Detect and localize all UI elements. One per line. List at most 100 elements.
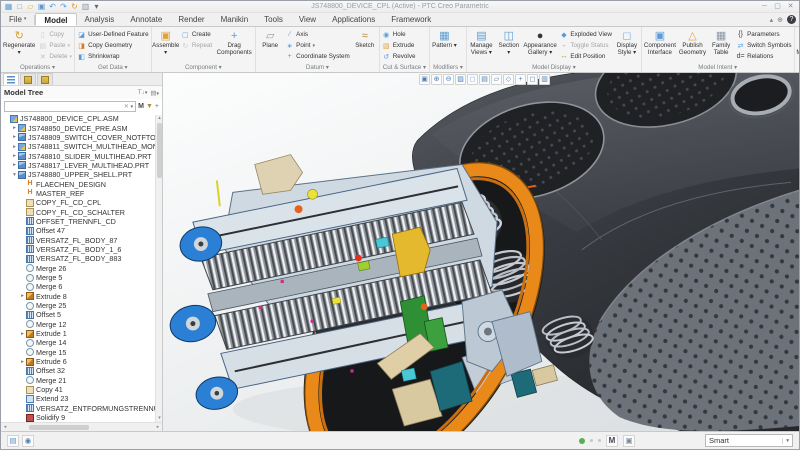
switch-symbols-button[interactable]: ⇄Switch Symbols: [735, 40, 792, 51]
tree-item[interactable]: Copy 41: [1, 385, 162, 394]
assemble-button[interactable]: ▣Assemble ▾: [153, 28, 179, 56]
expand-arrow-icon[interactable]: ▸: [19, 293, 26, 299]
manage-views-button[interactable]: ▤Manage Views ▾: [468, 28, 495, 56]
minimize-ribbon-icon[interactable]: ▴: [770, 16, 774, 24]
repaint-icon[interactable]: ▨: [455, 74, 466, 85]
group-label[interactable]: Cut & Surface ▾: [381, 64, 428, 72]
create-button[interactable]: ▢Create: [180, 29, 213, 40]
tree-item[interactable]: ▸JS748811_SWITCH_MULTIHEAD_MONT.ASM: [1, 142, 162, 151]
scroll-down-icon[interactable]: ▾: [156, 415, 163, 422]
datum-display-filters-icon[interactable]: ▱: [491, 74, 502, 85]
tree-item[interactable]: OFFSET_TRENNFL_CD: [1, 217, 162, 226]
file-menu-button[interactable]: File ▾: [1, 13, 34, 26]
tree-item[interactable]: ▸JS748850_DEVICE_PRE.ASM: [1, 123, 162, 132]
scroll-up-icon[interactable]: ▴: [156, 115, 163, 122]
annotation-display-icon[interactable]: ◇: [503, 74, 514, 85]
close-icon[interactable]: ✕: [786, 2, 795, 11]
section-button[interactable]: ◫Section ▾: [496, 28, 522, 56]
bill-of-materials-button[interactable]: ▤Bill of Materials: [796, 28, 799, 56]
extrude-button[interactable]: ▧Extrude: [381, 40, 417, 51]
3d-model-view[interactable]: [163, 73, 799, 431]
tree-item[interactable]: ▾JS748880_UPPER_SHELL.PRT: [1, 170, 162, 179]
copy-geometry-button[interactable]: ◨Copy Geometry: [76, 40, 150, 51]
model-tree-toggle-icon[interactable]: ▤: [7, 435, 19, 447]
relations-button[interactable]: d=Relations: [735, 51, 792, 62]
tree-item[interactable]: Merge 12: [1, 320, 162, 329]
tree-item[interactable]: Merge 5: [1, 273, 162, 282]
exploded-view-button[interactable]: ◆Exploded View: [558, 29, 613, 40]
tree-item[interactable]: ▸Extrude 8: [1, 292, 162, 301]
tab-tools[interactable]: Tools: [256, 13, 291, 26]
user-defined-feature-button[interactable]: ◪User-Defined Feature: [76, 29, 150, 40]
tree-item[interactable]: ▸Extrude 1: [1, 329, 162, 338]
tree-item[interactable]: Offset 32: [1, 366, 162, 375]
coordinate-system-button[interactable]: +Coordinate System: [284, 51, 351, 62]
toggle-status-button[interactable]: ◒Toggle Status: [558, 40, 613, 51]
tab-view[interactable]: View: [291, 13, 324, 26]
expand-arrow-icon[interactable]: ▸: [11, 134, 18, 140]
tree-item[interactable]: ▸JS748810_SLIDER_MULTIHEAD.PRT: [1, 151, 162, 160]
saved-orientations-icon[interactable]: ▤: [479, 74, 490, 85]
clear-search-icon[interactable]: ✕ ▾: [124, 103, 133, 110]
plane-button[interactable]: ▱Plane: [257, 28, 283, 50]
selection-filter-combobox[interactable]: Smart ▾: [705, 434, 793, 447]
edit-position-button[interactable]: ↔Edit Position: [558, 51, 613, 62]
sketch-button[interactable]: ≈Sketch: [352, 28, 378, 50]
tree-item[interactable]: ▸JS748817_LEVER_MULTIHEAD.PRT: [1, 161, 162, 170]
display-style-icon[interactable]: ◻: [467, 74, 478, 85]
tree-item[interactable]: Merge 25: [1, 301, 162, 310]
group-label[interactable]: Investigate ▾: [796, 64, 799, 72]
collapse-arrow-icon[interactable]: ▾: [11, 172, 18, 178]
tree-item[interactable]: Merge 6: [1, 282, 162, 291]
tree-filter-settings-icon[interactable]: T↓▾: [138, 89, 148, 96]
paste-button[interactable]: ▤Paste▾: [37, 40, 73, 51]
expand-arrow-icon[interactable]: ▸: [11, 153, 18, 159]
tree-item[interactable]: Extend 23: [1, 394, 162, 403]
maximize-icon[interactable]: ▢: [773, 2, 782, 11]
tab-applications[interactable]: Applications: [324, 13, 383, 26]
parameters-button[interactable]: {}Parameters: [735, 29, 792, 40]
tab-render[interactable]: Render: [170, 13, 212, 26]
tree-item[interactable]: VERSATZ_FL_BODY_883: [1, 254, 162, 263]
refit-icon[interactable]: ▣: [419, 74, 430, 85]
scroll-right-icon[interactable]: ▸: [154, 424, 162, 430]
tree-item[interactable]: VERSATZ_FL_BODY_1_6: [1, 245, 162, 254]
expand-arrow-icon[interactable]: ▸: [11, 162, 18, 168]
tab-annotate[interactable]: Annotate: [122, 13, 170, 26]
group-label[interactable]: Operations ▾: [2, 64, 73, 72]
tree-item[interactable]: Merge 14: [1, 338, 162, 347]
model-tree-tab[interactable]: [3, 73, 19, 85]
favorites-tab[interactable]: [37, 73, 53, 85]
tree-item[interactable]: JS748800_DEVICE_CPL.ASM: [1, 114, 162, 123]
zoom-out-icon[interactable]: ⊖: [443, 74, 454, 85]
tab-model[interactable]: Model: [35, 13, 76, 26]
scroll-left-icon[interactable]: ◂: [1, 424, 9, 430]
tree-hscrollbar[interactable]: ◂ ▸: [1, 422, 162, 431]
group-label[interactable]: Datum ▾: [257, 64, 378, 72]
tree-item[interactable]: Merge 15: [1, 348, 162, 357]
tree-item[interactable]: Offset 47: [1, 226, 162, 235]
hscroll-thumb[interactable]: [29, 425, 89, 430]
tree-columns-icon[interactable]: ▤▾: [150, 89, 159, 97]
zoom-in-icon[interactable]: ⊕: [431, 74, 442, 85]
hole-button[interactable]: ◉Hole: [381, 29, 417, 40]
tree-item[interactable]: VERSATZ_ENTFORMUNGSTRENNUNG: [1, 404, 162, 413]
tree-item[interactable]: Merge 21: [1, 376, 162, 385]
point-button[interactable]: ∗Point▾: [284, 40, 351, 51]
tab-analysis[interactable]: Analysis: [77, 13, 123, 26]
tree-item[interactable]: HFLAECHEN_DESIGN: [1, 179, 162, 188]
perspective-icon[interactable]: ◻: [527, 74, 538, 85]
delete-button[interactable]: ✕Delete▾: [37, 51, 73, 62]
component-interface-button[interactable]: ▣Component Interface: [643, 28, 677, 56]
tree-item[interactable]: Solidify 9: [1, 413, 162, 422]
tree-item[interactable]: COPY_FL_CD_CPL: [1, 198, 162, 207]
chevron-down-icon[interactable]: ▾: [782, 438, 789, 444]
expand-arrow-icon[interactable]: ▸: [11, 125, 18, 131]
group-label[interactable]: Model Intent ▾: [643, 64, 793, 72]
web-browser-toggle-icon[interactable]: ◉: [22, 435, 34, 447]
tree-item[interactable]: Merge 26: [1, 264, 162, 273]
help-icon[interactable]: ?: [787, 15, 796, 24]
find-in-model-icon[interactable]: M: [606, 435, 618, 447]
command-search-icon[interactable]: ⊕: [777, 16, 783, 24]
tree-item[interactable]: VERSATZ_FL_BODY_87: [1, 235, 162, 244]
